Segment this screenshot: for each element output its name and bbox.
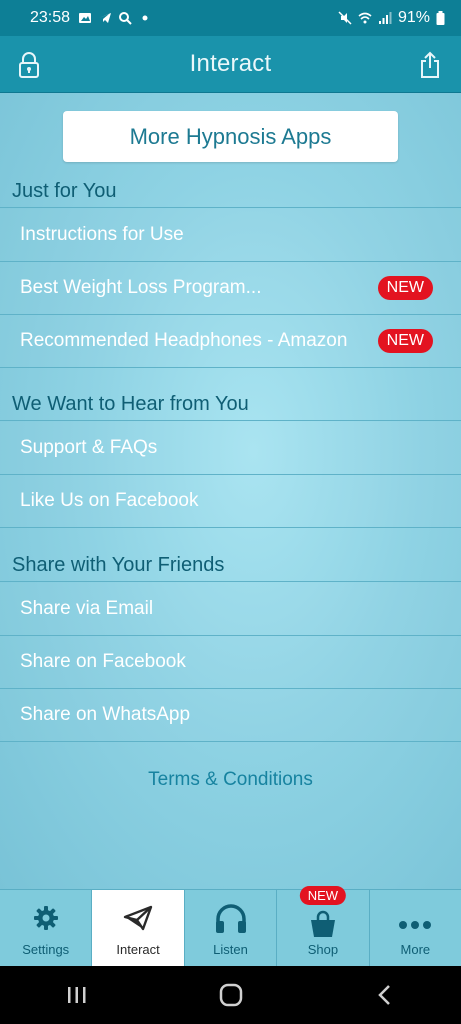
share-button[interactable] <box>411 46 449 84</box>
battery-percent: 91% <box>397 9 430 26</box>
tab-label: Settings <box>22 942 70 957</box>
row-label: Instructions for Use <box>20 224 184 245</box>
system-nav-bar <box>0 966 461 1024</box>
tab-label: Shop <box>307 942 339 957</box>
section-share-friends: Share with Your Friends <box>0 549 461 582</box>
battery-icon <box>436 11 445 25</box>
gear-icon <box>33 906 58 930</box>
row-share-email[interactable]: Share via Email <box>0 583 461 636</box>
tab-interact[interactable]: Interact <box>92 890 185 966</box>
row-headphones[interactable]: Recommended Headphones - Amazon NEW <box>0 315 461 368</box>
row-weight-loss[interactable]: Best Weight Loss Program... NEW <box>0 262 461 315</box>
dot-icon <box>142 15 148 21</box>
home-icon[interactable] <box>219 983 243 1007</box>
row-share-whatsapp[interactable]: Share on WhatsApp <box>0 689 461 742</box>
more-dots-icon <box>399 921 432 929</box>
tab-label: Interact <box>116 942 160 957</box>
row-label: Like Us on Facebook <box>20 490 199 511</box>
image-icon <box>79 13 92 23</box>
new-badge: NEW <box>377 276 433 300</box>
back-icon[interactable] <box>375 984 395 1006</box>
row-share-facebook[interactable]: Share on Facebook <box>0 636 461 689</box>
tab-bar: Settings Interact Listen NEW Shop More <box>0 886 461 966</box>
tab-settings[interactable]: Settings <box>0 890 93 966</box>
signal-icon <box>378 12 392 24</box>
row-label: Recommended Headphones - Amazon <box>20 330 348 351</box>
app-header: Interact <box>0 36 461 93</box>
shopping-bag-icon <box>310 910 335 937</box>
row-label: Share on WhatsApp <box>20 704 191 725</box>
tab-listen[interactable]: Listen <box>185 890 278 966</box>
status-time: 23:58 <box>30 9 71 26</box>
section-just-for-you: Just for You <box>0 175 461 208</box>
share-icon <box>421 51 439 78</box>
row-label: Best Weight Loss Program... <box>20 277 262 298</box>
search-icon <box>119 12 132 25</box>
new-badge: NEW <box>377 329 433 353</box>
status-bar: 23:58 91% <box>0 0 461 36</box>
tab-label: Listen <box>213 942 248 957</box>
content-area: More Hypnosis Apps Just for You Instruct… <box>0 93 461 889</box>
row-like-facebook[interactable]: Like Us on Facebook <box>0 475 461 528</box>
tab-shop[interactable]: NEW Shop <box>277 886 370 966</box>
notification-icons <box>78 11 152 25</box>
row-instructions[interactable]: Instructions for Use <box>0 209 461 262</box>
page-title: Interact <box>189 50 272 77</box>
row-label: Share on Facebook <box>20 651 186 672</box>
headphones-icon <box>215 904 246 933</box>
section-hear-from-you: We Want to Hear from You <box>0 388 461 421</box>
row-support-faqs[interactable]: Support & FAQs <box>0 422 461 475</box>
row-label: Share via Email <box>20 598 154 619</box>
tab-more[interactable]: More <box>370 890 461 966</box>
recent-apps-icon[interactable] <box>66 985 88 1005</box>
lock-icon <box>19 52 39 78</box>
more-hypnosis-apps-button[interactable]: More Hypnosis Apps <box>63 111 398 162</box>
row-label: Support & FAQs <box>20 437 158 458</box>
telegram-icon <box>99 13 112 23</box>
terms-conditions-link[interactable]: Terms & Conditions <box>0 769 461 791</box>
wifi-icon <box>358 12 372 24</box>
paper-plane-icon <box>123 905 153 931</box>
lock-button[interactable] <box>10 46 48 84</box>
mute-icon <box>338 11 352 25</box>
tab-label: More <box>400 942 431 957</box>
shop-new-badge: NEW <box>299 886 347 905</box>
